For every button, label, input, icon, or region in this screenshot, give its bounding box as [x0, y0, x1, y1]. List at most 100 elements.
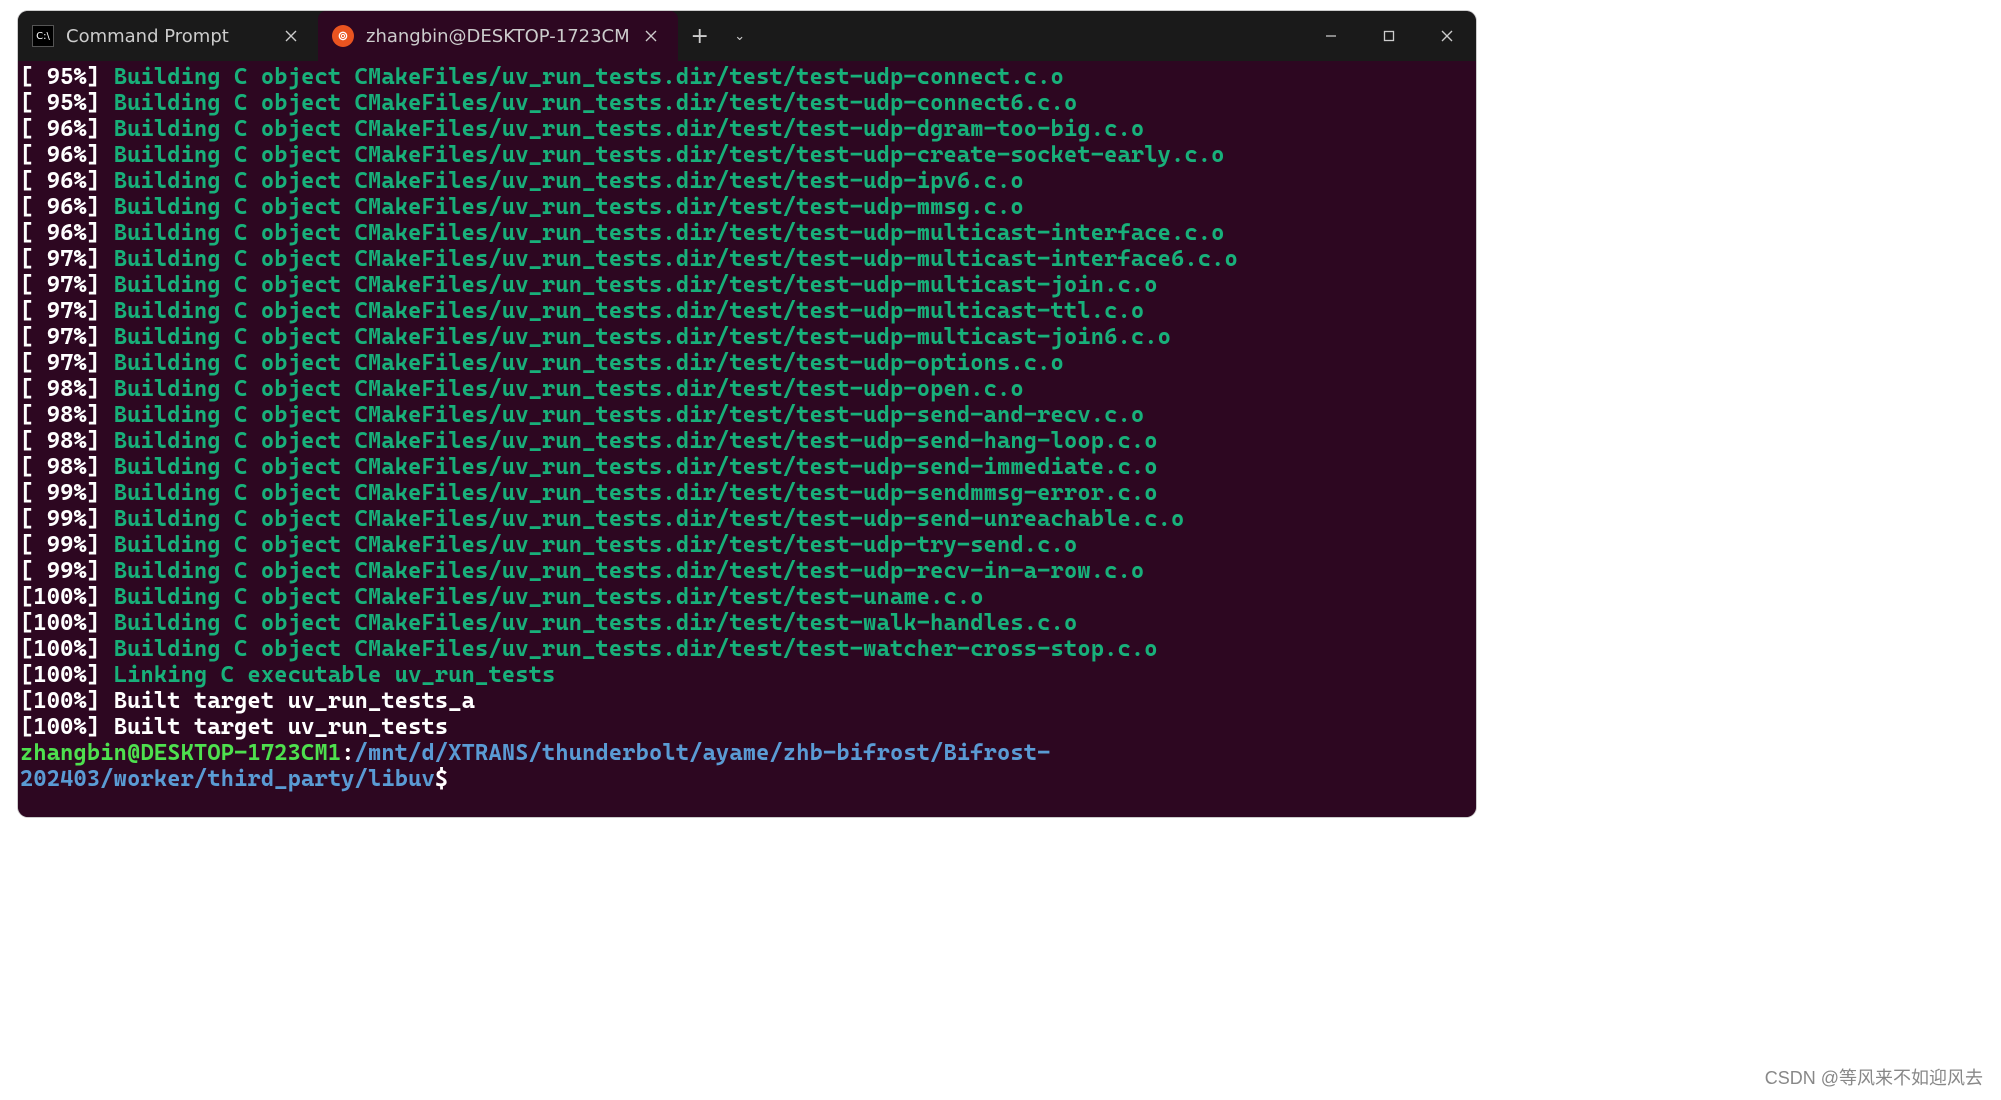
prompt-user-host: zhangbin@DESKTOP-1723CM1: [20, 740, 341, 766]
tab-0[interactable]: C:\ Command Prompt: [18, 11, 318, 61]
progress-pct: [ 98%]: [20, 376, 100, 402]
ubuntu-icon: ⊚: [332, 25, 354, 47]
output-line: [ 96%] Building C object CMakeFiles/uv_r…: [20, 168, 1474, 194]
progress-pct: [ 98%]: [20, 428, 100, 454]
progress-pct: [ 97%]: [20, 272, 100, 298]
output-line: [ 98%] Building C object CMakeFiles/uv_r…: [20, 428, 1474, 454]
progress-pct: [100%]: [20, 662, 100, 688]
progress-pct: [100%]: [20, 714, 100, 740]
progress-pct: [ 98%]: [20, 402, 100, 428]
cmd-icon: C:\: [32, 25, 54, 47]
titlebar[interactable]: C:\ Command Prompt ⊚ zhangbin@DESKTOP-1723C…: [18, 11, 1476, 61]
output-line: [ 95%] Building C object CMakeFiles/uv_r…: [20, 64, 1474, 90]
output-line: [ 98%] Building C object CMakeFiles/uv_r…: [20, 402, 1474, 428]
build-message: Building C object CMakeFiles/uv_run_test…: [114, 636, 1158, 662]
progress-pct: [ 96%]: [20, 220, 100, 246]
close-icon: [645, 30, 657, 42]
output-line: [ 96%] Building C object CMakeFiles/uv_r…: [20, 116, 1474, 142]
output-line: [100%] Building C object CMakeFiles/uv_r…: [20, 636, 1474, 662]
output-line: [ 98%] Building C object CMakeFiles/uv_r…: [20, 454, 1474, 480]
build-message: Building C object CMakeFiles/uv_run_test…: [114, 506, 1185, 532]
output-line: [ 97%] Building C object CMakeFiles/uv_r…: [20, 350, 1474, 376]
progress-pct: [ 96%]: [20, 194, 100, 220]
progress-pct: [ 95%]: [20, 64, 100, 90]
output-line: [ 95%] Building C object CMakeFiles/uv_r…: [20, 90, 1474, 116]
output-line: [ 96%] Building C object CMakeFiles/uv_r…: [20, 220, 1474, 246]
progress-pct: [ 97%]: [20, 324, 100, 350]
tab-1[interactable]: ⊚ zhangbin@DESKTOP-1723CM: [318, 11, 678, 61]
close-window-button[interactable]: [1418, 11, 1476, 61]
build-message: Built target uv_run_tests_a: [114, 688, 475, 714]
output-line: [100%] Linking C executable uv_run_tests: [20, 662, 1474, 688]
prompt-colon: :: [341, 740, 354, 766]
progress-pct: [ 95%]: [20, 90, 100, 116]
output-line: [100%] Building C object CMakeFiles/uv_r…: [20, 610, 1474, 636]
output-line: [ 97%] Building C object CMakeFiles/uv_r…: [20, 246, 1474, 272]
build-message: Building C object CMakeFiles/uv_run_test…: [114, 324, 1171, 350]
watermark: CSDN @等风来不如迎风去: [1765, 1064, 1983, 1090]
progress-pct: [ 96%]: [20, 116, 100, 142]
tab-close-button[interactable]: [278, 23, 304, 49]
new-tab-button[interactable]: +: [678, 24, 722, 49]
terminal-window: C:\ Command Prompt ⊚ zhangbin@DESKTOP-1723C…: [18, 11, 1476, 817]
terminal-output[interactable]: [ 95%] Building C object CMakeFiles/uv_r…: [18, 61, 1476, 817]
progress-pct: [ 97%]: [20, 246, 100, 272]
build-message: Building C object CMakeFiles/uv_run_test…: [114, 376, 1024, 402]
output-line: [ 99%] Building C object CMakeFiles/uv_r…: [20, 506, 1474, 532]
build-message: Building C object CMakeFiles/uv_run_test…: [114, 246, 1238, 272]
build-message: Building C object CMakeFiles/uv_run_test…: [114, 64, 1064, 90]
progress-pct: [ 99%]: [20, 558, 100, 584]
build-message: Building C object CMakeFiles/uv_run_test…: [114, 168, 1024, 194]
close-icon: [285, 30, 297, 42]
output-line: [ 99%] Building C object CMakeFiles/uv_r…: [20, 558, 1474, 584]
output-line: [ 97%] Building C object CMakeFiles/uv_r…: [20, 298, 1474, 324]
tab-label: Command Prompt: [66, 26, 270, 47]
build-message: Built target uv_run_tests: [114, 714, 449, 740]
build-message: Building C object CMakeFiles/uv_run_test…: [114, 532, 1078, 558]
progress-pct: [ 97%]: [20, 298, 100, 324]
progress-pct: [100%]: [20, 636, 100, 662]
progress-pct: [ 97%]: [20, 350, 100, 376]
minimize-icon: [1325, 30, 1337, 42]
output-line: [ 99%] Building C object CMakeFiles/uv_r…: [20, 480, 1474, 506]
minimize-button[interactable]: [1302, 11, 1360, 61]
output-line: [100%] Built target uv_run_tests: [20, 714, 1474, 740]
build-message: Building C object CMakeFiles/uv_run_test…: [114, 272, 1158, 298]
tab-label: zhangbin@DESKTOP-1723CM: [366, 26, 630, 47]
window-controls: [1302, 11, 1476, 61]
progress-pct: [100%]: [20, 610, 100, 636]
build-message: Building C object CMakeFiles/uv_run_test…: [114, 558, 1145, 584]
tab-dropdown-button[interactable]: ⌄: [722, 29, 758, 44]
progress-pct: [ 96%]: [20, 142, 100, 168]
build-message: Building C object CMakeFiles/uv_run_test…: [114, 402, 1145, 428]
shell-prompt: zhangbin@DESKTOP-1723CM1:/mnt/d/XTRANS/t…: [20, 740, 1474, 792]
output-line: [100%] Building C object CMakeFiles/uv_r…: [20, 584, 1474, 610]
progress-pct: [100%]: [20, 688, 100, 714]
build-message: Building C object CMakeFiles/uv_run_test…: [114, 480, 1158, 506]
build-message: Building C object CMakeFiles/uv_run_test…: [114, 298, 1145, 324]
tab-close-button[interactable]: [638, 23, 664, 49]
maximize-button[interactable]: [1360, 11, 1418, 61]
output-line: [ 97%] Building C object CMakeFiles/uv_r…: [20, 272, 1474, 298]
progress-pct: [100%]: [20, 584, 100, 610]
output-line: [ 98%] Building C object CMakeFiles/uv_r…: [20, 376, 1474, 402]
output-line: [ 96%] Building C object CMakeFiles/uv_r…: [20, 194, 1474, 220]
close-icon: [1441, 30, 1453, 42]
progress-pct: [ 96%]: [20, 168, 100, 194]
progress-pct: [ 99%]: [20, 480, 100, 506]
build-message: Building C object CMakeFiles/uv_run_test…: [114, 220, 1225, 246]
build-message: Building C object CMakeFiles/uv_run_test…: [114, 350, 1064, 376]
chevron-down-icon: ⌄: [734, 29, 745, 44]
build-message: Building C object CMakeFiles/uv_run_test…: [114, 142, 1225, 168]
build-message: Building C object CMakeFiles/uv_run_test…: [114, 454, 1158, 480]
output-line: [100%] Built target uv_run_tests_a: [20, 688, 1474, 714]
output-line: [ 97%] Building C object CMakeFiles/uv_r…: [20, 324, 1474, 350]
progress-pct: [ 99%]: [20, 506, 100, 532]
build-message: Building C object CMakeFiles/uv_run_test…: [114, 90, 1078, 116]
prompt-dollar: $: [435, 766, 448, 792]
build-message: Building C object CMakeFiles/uv_run_test…: [114, 610, 1078, 636]
output-line: [ 96%] Building C object CMakeFiles/uv_r…: [20, 142, 1474, 168]
progress-pct: [ 99%]: [20, 532, 100, 558]
build-message: Building C object CMakeFiles/uv_run_test…: [114, 116, 1145, 142]
maximize-icon: [1383, 30, 1395, 42]
